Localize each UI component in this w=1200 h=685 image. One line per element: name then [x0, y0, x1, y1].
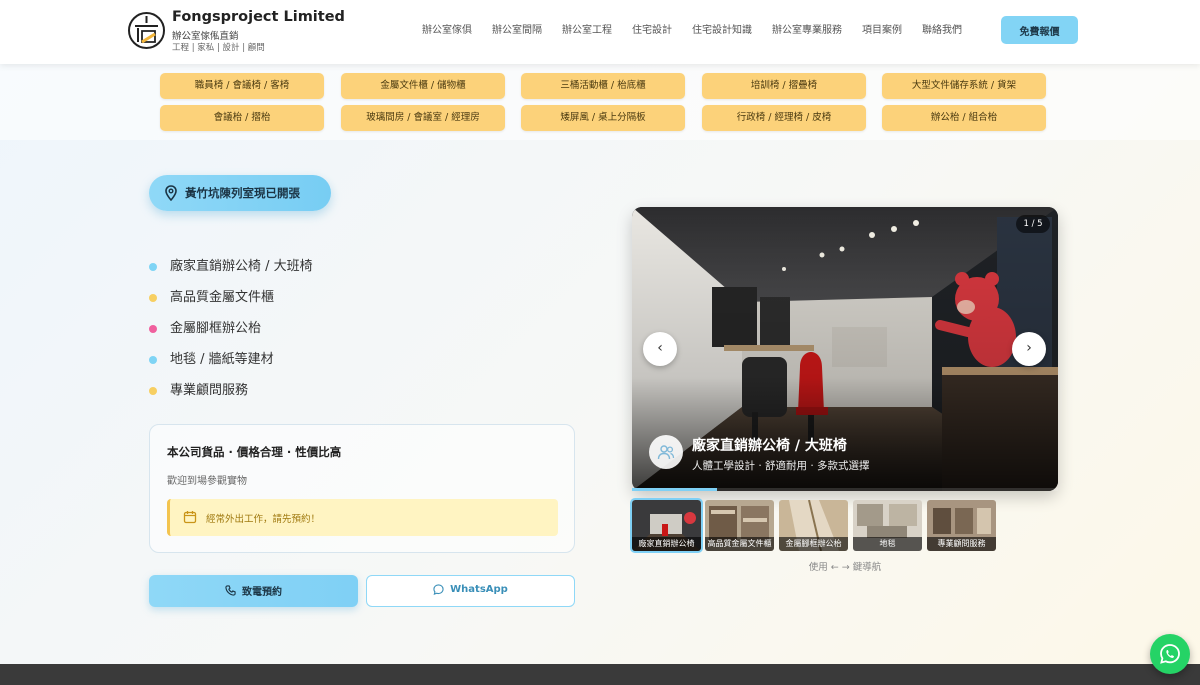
slide-progress-fill — [632, 488, 718, 491]
slide-title: 廠家直銷辦公椅 / 大班椅 — [692, 438, 847, 454]
showroom-badge-label: 黃竹坑陳列室現已開張 — [185, 186, 300, 200]
nav-item-home-design-knowledge[interactable]: 住宅設計知識 — [682, 22, 762, 40]
bullet-dot — [149, 263, 157, 271]
calendar-icon — [183, 511, 197, 524]
feature-text: 高品質金屬文件櫃 — [170, 290, 275, 305]
thumbnail-5[interactable]: 專業顧問服務 — [927, 500, 996, 551]
users-icon — [649, 435, 683, 469]
category-metal-cabinets[interactable]: 金屬文件櫃 / 儲物櫃 — [341, 73, 505, 99]
category-training-chairs[interactable]: 培訓椅 / 摺疊椅 — [702, 73, 866, 99]
thumbnail-label: 金屬腳框辦公枱 — [779, 537, 848, 551]
bullet-dot — [149, 387, 157, 395]
site-header: Fongsproject Limited 辦公室傢俬直銷 工程 | 家私 | 設… — [0, 0, 1200, 64]
notice-text: 經常外出工作，請先預約！ — [206, 514, 321, 525]
thumbnail-label: 廠家直銷辦公椅 — [632, 537, 701, 551]
category-glass-rooms[interactable]: 玻璃間房 / 會議室 / 經理房 — [341, 105, 505, 131]
floating-whatsapp-button[interactable] — [1150, 634, 1190, 674]
keyboard-nav-hint: 使用 ← → 鍵導航 — [808, 562, 882, 573]
nav-item-home-design[interactable]: 住宅設計 — [622, 22, 682, 40]
category-executive-chairs[interactable]: 行政椅 / 經理椅 / 皮椅 — [702, 105, 866, 131]
location-pin-icon — [165, 185, 177, 201]
thumbnail-label: 高品質金屬文件櫃 — [705, 537, 774, 551]
prev-slide-button[interactable]: ‹ — [643, 332, 677, 366]
bullet-dot — [149, 294, 157, 302]
category-low-partitions[interactable]: 矮屏風 / 桌上分隔板 — [521, 105, 685, 131]
call-booking-button[interactable]: 致電預約 — [149, 575, 358, 607]
feature-text: 金屬腳框辦公枱 — [170, 321, 262, 336]
nav-item-contact[interactable]: 聯絡我們 — [912, 22, 972, 40]
brand-tagline: 辦公室傢俬直銷 — [172, 31, 239, 42]
category-mobile-pedestals[interactable]: 三桶活動櫃 / 枱底櫃 — [521, 73, 685, 99]
whatsapp-label: WhatsApp — [450, 584, 508, 595]
slide-description: 人體工學設計 · 舒適耐用 · 多款式選擇 — [692, 460, 870, 472]
card-title: 本公司貨品 · 價格合理 · 性價比高 — [167, 445, 342, 459]
bullet-dot — [149, 325, 157, 333]
showroom-badge[interactable]: 黃竹坑陳列室現已開張 — [149, 175, 331, 211]
feature-text: 廠家直銷辦公椅 / 大班椅 — [170, 259, 313, 274]
category-chairs[interactable]: 職員椅 / 會議椅 / 客椅 — [160, 73, 324, 99]
brand-name[interactable]: Fongsproject Limited — [172, 9, 345, 25]
thumbnail-3[interactable]: 金屬腳框辦公枱 — [779, 500, 848, 551]
slide-counter: 1 / 5 — [1016, 215, 1050, 233]
appointment-notice: 經常外出工作，請先預約！ — [167, 499, 558, 536]
thumbnail-label: 專業顧問服務 — [927, 537, 996, 551]
chevron-right-icon: › — [1026, 340, 1032, 356]
thumbnail-4[interactable]: 地毯 — [853, 500, 922, 551]
feature-text: 地毯 / 牆紙等建材 — [170, 352, 274, 367]
category-office-desks[interactable]: 辦公枱 / 組合枱 — [882, 105, 1046, 131]
whatsapp-button[interactable]: WhatsApp — [366, 575, 575, 607]
category-storage-systems[interactable]: 大型文件儲存系統 / 貨架 — [882, 73, 1046, 99]
footer — [0, 664, 1200, 685]
free-quote-button[interactable]: 免費報價 — [1001, 16, 1078, 44]
nav-item-office-furniture[interactable]: 辦公室傢俱 — [412, 22, 482, 40]
chevron-left-icon: ‹ — [657, 340, 663, 356]
thumbnail-1[interactable]: 廠家直銷辦公椅 — [630, 498, 703, 553]
feature-text: 專業顧問服務 — [170, 383, 249, 398]
info-card: 本公司貨品 · 價格合理 · 性價比高 歡迎到場參觀實物 經常外出工作，請先預約… — [149, 424, 575, 553]
nav-item-office-partition[interactable]: 辦公室間隔 — [482, 22, 552, 40]
logo-icon[interactable] — [128, 12, 165, 49]
nav-item-projects[interactable]: 項目案例 — [852, 22, 912, 40]
thumbnail-label: 地毯 — [853, 537, 922, 551]
main-nav: 辦公室傢俱 辦公室間隔 辦公室工程 住宅設計 住宅設計知識 辦公室專業服務 項目… — [412, 22, 972, 40]
nav-item-office-works[interactable]: 辦公室工程 — [552, 22, 622, 40]
slide-progress-bar — [632, 488, 1058, 491]
whatsapp-icon — [1160, 644, 1180, 664]
chat-bubble-icon — [433, 584, 444, 595]
phone-icon — [225, 585, 236, 596]
category-strip: 職員椅 / 會議椅 / 客椅 金屬文件櫃 / 儲物櫃 三桶活動櫃 / 枱底櫃 培… — [0, 64, 1200, 140]
card-subtitle: 歡迎到場參觀實物 — [167, 476, 247, 487]
thumbnail-2[interactable]: 高品質金屬文件櫃 — [705, 500, 774, 551]
bullet-dot — [149, 356, 157, 364]
nav-item-office-services[interactable]: 辦公室專業服務 — [762, 22, 852, 40]
next-slide-button[interactable]: › — [1012, 332, 1046, 366]
brand-services: 工程 | 家私 | 設計 | 顧問 — [172, 43, 265, 53]
call-booking-label: 致電預約 — [242, 587, 282, 598]
category-meeting-tables[interactable]: 會議枱 / 摺枱 — [160, 105, 324, 131]
